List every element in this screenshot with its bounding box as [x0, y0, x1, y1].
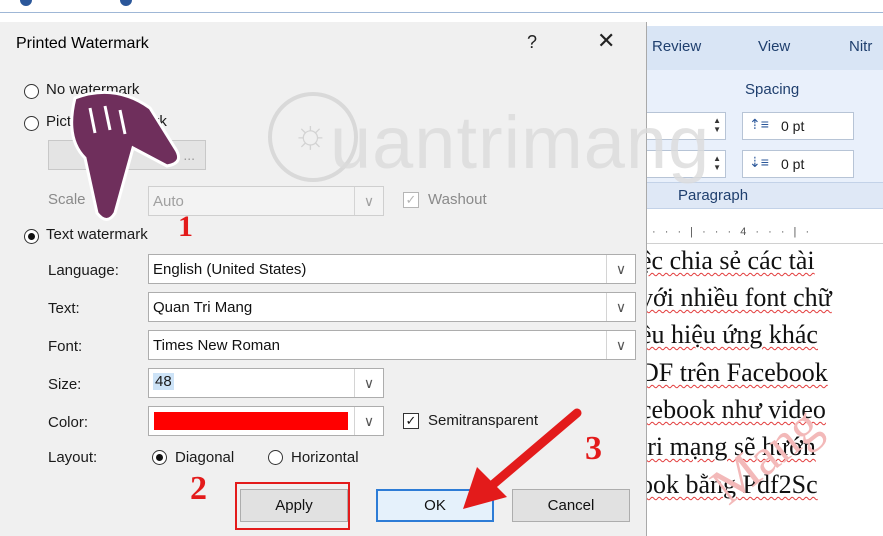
help-button[interactable]: ? — [527, 32, 537, 53]
tab-nitro[interactable]: Nitr — [849, 38, 872, 55]
redo-icon[interactable] — [120, 0, 132, 6]
diagonal-radio[interactable] — [152, 450, 167, 465]
brand-watermark-text: uantrimang — [330, 101, 711, 184]
spacing-before-spinner[interactable]: ⇡≡ 0 pt — [742, 112, 854, 140]
paragraph-group-label: Paragraph — [678, 187, 749, 204]
no-watermark-radio[interactable] — [24, 84, 39, 99]
ruler[interactable]: · · · | · · · 4 · · · | · — [646, 226, 883, 244]
hand-pointer-icon — [70, 90, 181, 221]
watermark-text-value: Quan Tri Mang — [153, 299, 253, 316]
chevron-down-icon[interactable]: ∨ — [354, 369, 383, 397]
color-picker[interactable]: ∨ — [148, 406, 384, 436]
color-label: Color: — [48, 414, 89, 431]
doc-line: với nhiều font chữ — [646, 283, 832, 312]
spacing-after-icon: ⇣≡ — [749, 154, 769, 170]
chevron-down-icon[interactable]: ∨ — [606, 293, 635, 321]
horizontal-radio[interactable] — [268, 450, 283, 465]
washout-label[interactable]: Washout — [428, 191, 487, 208]
chevron-down-icon: ∨ — [354, 187, 383, 215]
chevron-down-icon[interactable]: ∨ — [354, 407, 383, 435]
ribbon-tabs: Review View Nitr — [646, 26, 883, 70]
spacing-before-value: 0 pt — [781, 118, 805, 134]
color-swatch — [154, 412, 348, 430]
size-value: 48 — [153, 373, 174, 390]
semitransparent-checkbox[interactable]: ✓ — [403, 413, 419, 429]
text-watermark-radio[interactable] — [24, 229, 39, 244]
doc-line: ều hiệu ứng khác — [646, 320, 818, 349]
spacing-before-icon: ⇡≡ — [749, 116, 769, 132]
spacing-after-spinner[interactable]: ⇣≡ 0 pt — [742, 150, 854, 178]
red-arrow-icon — [463, 408, 582, 509]
tab-review[interactable]: Review — [652, 38, 701, 55]
dialog-title: Printed Watermark — [16, 35, 149, 52]
word-title-bar — [0, 0, 883, 13]
close-button[interactable]: ✕ — [597, 28, 615, 54]
spacing-label: Spacing — [745, 81, 800, 98]
doc-line: ệc chia sẻ các tài — [646, 246, 815, 275]
font-value: Times New Roman — [153, 337, 280, 354]
step-1-label: 1 — [178, 210, 193, 243]
text-watermark-label[interactable]: Text watermark — [46, 226, 148, 243]
horizontal-label[interactable]: Horizontal — [291, 449, 359, 466]
language-label: Language: — [48, 262, 119, 279]
chevron-down-icon[interactable]: ∨ — [606, 255, 635, 283]
layout-label: Layout: — [48, 449, 98, 466]
spacing-after-value: 0 pt — [781, 156, 805, 172]
diagonal-label[interactable]: Diagonal — [175, 449, 234, 466]
text-label: Text: — [48, 300, 80, 317]
tab-view[interactable]: View — [758, 38, 790, 55]
save-icon[interactable] — [20, 0, 32, 6]
font-select[interactable]: Times New Roman ∨ — [148, 330, 636, 360]
step-2-label: 2 — [190, 470, 207, 507]
watermark-text-combo[interactable]: Quan Tri Mang ∨ — [148, 292, 636, 322]
language-select[interactable]: English (United States) ∨ — [148, 254, 636, 284]
apply-highlight-box — [235, 482, 350, 530]
picture-watermark-radio[interactable] — [24, 116, 39, 131]
size-combo[interactable]: 48 ∨ — [148, 368, 384, 398]
doc-line: DF trên Facebook — [646, 358, 828, 387]
size-label: Size: — [48, 376, 82, 393]
chevron-down-icon[interactable]: ∨ — [606, 331, 635, 359]
washout-checkbox[interactable]: ✓ — [403, 192, 419, 208]
language-value: English (United States) — [153, 261, 307, 278]
step-3-label: 3 — [585, 430, 602, 467]
font-label: Font: — [48, 338, 83, 355]
